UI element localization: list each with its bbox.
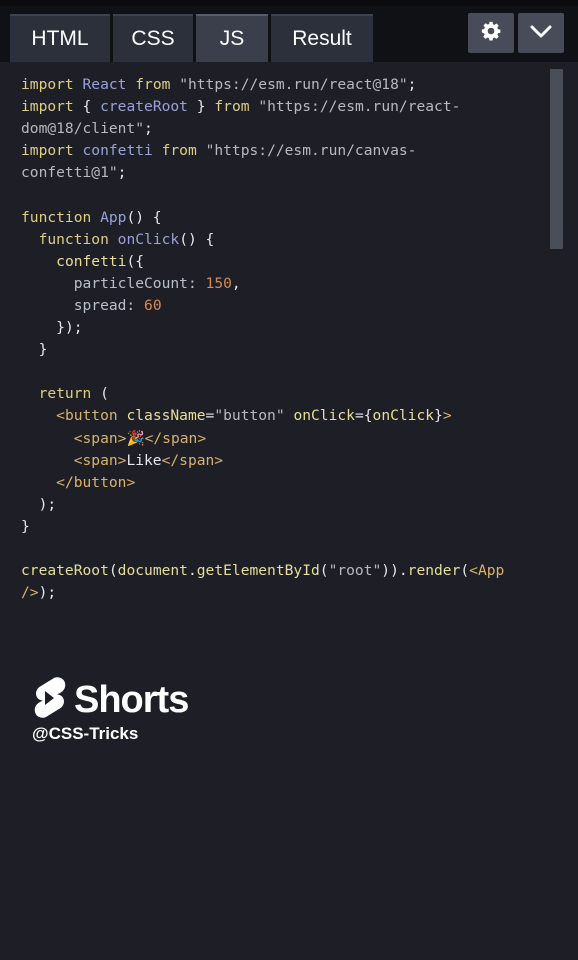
youtube-shorts-icon (32, 676, 66, 724)
code-line: particleCount: 150, (73, 274, 241, 292)
code-line: <button className="button" onClick={onCl… (56, 407, 452, 425)
code-line: dom@18/client"; (21, 120, 153, 138)
code-content: import React from "https://esm.run/react… (21, 74, 504, 604)
tab-bar: HTML CSS JS Result (0, 6, 578, 62)
code-line: </button> (56, 473, 136, 491)
code-line: createRoot(document.getElementById("root… (21, 562, 505, 580)
tab-js[interactable]: JS (196, 14, 268, 62)
chevron-down-icon (530, 24, 552, 43)
code-line: function App() { (21, 208, 162, 226)
code-line: import { createRoot } from "https://esm.… (21, 98, 461, 116)
tab-result[interactable]: Result (271, 14, 373, 62)
settings-button[interactable] (468, 13, 514, 53)
code-line: import React from "https://esm.run/react… (21, 76, 417, 93)
tab-html[interactable]: HTML (10, 14, 110, 62)
code-line: } (21, 517, 30, 535)
code-line: confetti({ (56, 252, 145, 270)
code-line: confetti@1"; (21, 164, 127, 182)
code-line: spread: 60 (73, 296, 162, 314)
editor-scrollbar[interactable] (550, 69, 563, 249)
collapse-button[interactable] (518, 13, 564, 53)
code-line: ); (38, 495, 57, 513)
gear-icon (480, 20, 502, 46)
code-line: } (38, 341, 48, 359)
tab-css[interactable]: CSS (113, 14, 193, 62)
code-line: }); (56, 319, 83, 337)
code-line: import confetti from "https://esm.run/ca… (21, 142, 417, 160)
shorts-watermark: Shorts (32, 676, 189, 724)
shorts-brand: Shorts (74, 678, 189, 721)
channel-handle: @CSS-Tricks (32, 724, 139, 743)
code-line: <span>Like</span> (73, 451, 224, 469)
code-line: />); (21, 584, 57, 602)
code-line: <span>🎉</span> (73, 429, 207, 447)
code-line: function onClick() { (38, 230, 215, 248)
code-line: return ( (38, 385, 109, 403)
